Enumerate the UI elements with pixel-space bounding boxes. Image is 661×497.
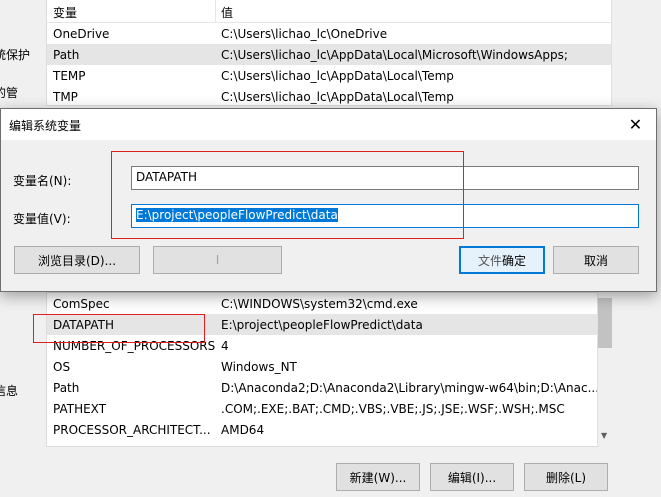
variable-name: NUMBER_OF_PROCESSORS	[53, 339, 216, 353]
variable-name: Path	[53, 381, 80, 395]
side-text-3: 信息	[0, 384, 19, 398]
side-text-1: 统保护	[0, 48, 31, 62]
browse-directory-button[interactable]: 浏览目录(D)...	[14, 246, 140, 274]
header-value[interactable]: 值	[221, 4, 233, 21]
user-list-scrollbar[interactable]	[611, 0, 629, 105]
column-divider[interactable]	[215, 0, 216, 22]
list-item[interactable]: TEMP C:\Users\lichao_lc\AppData\Local\Te…	[47, 65, 612, 86]
scrollbar-thumb[interactable]	[598, 298, 612, 348]
variable-value: .COM;.EXE;.BAT;.CMD;.VBS;.VBE;.JS;.JSE;.…	[221, 402, 565, 416]
variable-value: C:\Users\lichao_lc\AppData\Local\Microso…	[221, 48, 568, 62]
ok-label: 确定	[502, 253, 527, 268]
system-variables-list[interactable]: ComSpec C:\WINDOWS\system32\cmd.exe DATA…	[46, 292, 599, 447]
close-icon: ✕	[628, 115, 643, 134]
ok-button[interactable]: 文件 确定	[459, 246, 545, 274]
list-item[interactable]: ComSpec C:\WINDOWS\system32\cmd.exe	[47, 293, 598, 314]
edit-button[interactable]: 编辑(I)...	[430, 463, 514, 491]
variable-name-input[interactable]: DATAPATH	[131, 166, 639, 190]
ok-overlap-text: 文件	[477, 253, 502, 268]
variable-value-selected: E:\project\peopleFlowPredict\data	[136, 208, 338, 222]
dialog-titlebar[interactable]: 编辑系统变量 ✕	[1, 109, 656, 140]
browse-file-label: I	[215, 253, 220, 267]
user-variables-list[interactable]: 变量 值 OneDrive C:\Users\lichao_lc\OneDriv…	[46, 0, 613, 106]
variable-name: PROCESSOR_ARCHITECT...	[53, 423, 211, 437]
variable-value-label: 变量值(V):	[13, 212, 71, 226]
list-item[interactable]: NUMBER_OF_PROCESSORS 4	[47, 335, 598, 356]
list-item[interactable]: OneDrive C:\Users\lichao_lc\OneDrive	[47, 23, 612, 44]
variable-value: C:\Users\lichao_lc\AppData\Local\Temp	[221, 69, 454, 83]
variable-value: D:\Anaconda2;D:\Anaconda2\Library\mingw-…	[221, 381, 599, 395]
variable-value: C:\Users\lichao_lc\AppData\Local\Temp	[221, 90, 454, 104]
list-item[interactable]: PROCESSOR_ARCHITECT... AMD64	[47, 419, 598, 440]
dialog-title: 编辑系统变量	[9, 119, 82, 133]
list-header: 变量 值	[47, 0, 612, 23]
variable-value: 4	[221, 339, 229, 353]
variable-name: ComSpec	[53, 297, 110, 311]
variable-name: OS	[53, 360, 71, 374]
variable-name: DATAPATH	[53, 318, 115, 332]
variable-name: TEMP	[53, 69, 86, 83]
variable-name-value: DATAPATH	[136, 170, 198, 184]
scroll-down-icon[interactable]: ▼	[601, 431, 607, 440]
delete-button[interactable]: 删除(L)	[524, 463, 608, 491]
browse-file-button[interactable]: I	[153, 246, 282, 274]
list-item[interactable]: TMP C:\Users\lichao_lc\AppData\Local\Tem…	[47, 86, 612, 105]
list-item[interactable]: PATHEXT .COM;.EXE;.BAT;.CMD;.VBS;.VBE;.J…	[47, 398, 598, 419]
edit-system-variable-dialog: 编辑系统变量 ✕ 变量名(N): DATAPATH 变量值(V): E:\pro…	[0, 108, 657, 292]
cancel-button[interactable]: 取消	[553, 246, 639, 274]
variable-value: C:\WINDOWS\system32\cmd.exe	[221, 297, 418, 311]
variable-value: C:\Users\lichao_lc\OneDrive	[221, 27, 388, 41]
variable-value: Windows_NT	[221, 360, 297, 374]
variable-name: PATHEXT	[53, 402, 107, 416]
header-variable[interactable]: 变量	[53, 4, 77, 21]
list-item[interactable]: Path D:\Anaconda2;D:\Anaconda2\Library\m…	[47, 377, 598, 398]
list-item[interactable]: OS Windows_NT	[47, 356, 598, 377]
list-item[interactable]: Path C:\Users\lichao_lc\AppData\Local\Mi…	[47, 44, 612, 65]
variable-value: E:\project\peopleFlowPredict\data	[221, 318, 423, 332]
new-button[interactable]: 新建(W)...	[336, 463, 420, 491]
variable-value-input[interactable]: E:\project\peopleFlowPredict\data	[131, 204, 639, 228]
list-item-selected[interactable]: DATAPATH E:\project\peopleFlowPredict\da…	[47, 314, 598, 335]
variable-name: TMP	[53, 90, 78, 104]
close-button[interactable]: ✕	[615, 109, 656, 140]
variable-name-label: 变量名(N):	[13, 174, 72, 188]
variable-value: AMD64	[221, 423, 265, 437]
variable-name: OneDrive	[53, 27, 110, 41]
variable-name: Path	[53, 48, 80, 62]
side-text-2: 的管	[0, 86, 19, 100]
